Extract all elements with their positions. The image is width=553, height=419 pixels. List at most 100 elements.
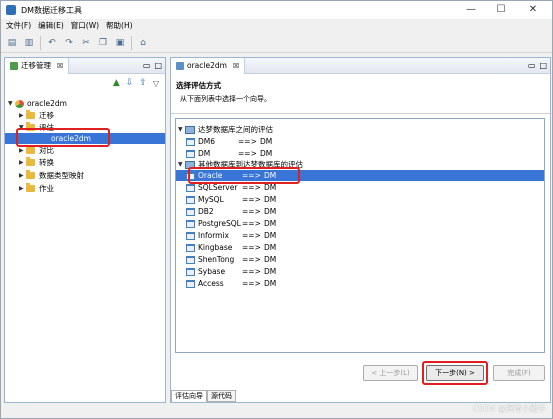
copy-icon[interactable]: ❐	[97, 37, 109, 49]
list-item[interactable]: Sybase ==> DM	[186, 266, 276, 277]
tree-label: 迁移	[39, 111, 54, 120]
list-item[interactable]: PostgreSQL ==> DM	[186, 218, 276, 229]
close-button[interactable]: ✕	[520, 1, 546, 19]
list-item[interactable]: DM ==> DM	[186, 148, 272, 159]
editor-bottom-tabs: 评估向导 源代码	[171, 390, 236, 402]
item-target: DM	[264, 195, 277, 204]
new-project-icon[interactable]: ▲	[113, 78, 120, 88]
tree-node-job[interactable]: ▶ 作业	[19, 183, 54, 194]
item-target: DM	[264, 183, 277, 192]
item-arrow: ==>	[242, 183, 261, 192]
group-label: 达梦数据库之间的评估	[198, 125, 273, 134]
item-source: MySQL	[198, 195, 224, 204]
export-icon[interactable]: ⇧	[139, 78, 147, 88]
collapse-icon[interactable]: ▼	[178, 126, 185, 133]
maximize-view-icon[interactable]: □	[154, 61, 162, 70]
undo-icon[interactable]: ↶	[46, 37, 58, 49]
item-source: SQLServer	[198, 183, 238, 192]
tab-close-icon[interactable]: ☒	[57, 62, 63, 70]
wizard-header: 选择评估方式 从下面列表中选择一个向导。	[171, 74, 550, 114]
back-button[interactable]: < 上一步(L)	[363, 365, 418, 381]
tree-label: 作业	[39, 184, 54, 193]
view-menu-icon[interactable]: ▽	[153, 79, 159, 88]
tab-oracle2dm[interactable]: oracle2dm ☒	[171, 57, 246, 74]
item-target: DM	[264, 267, 277, 276]
collapse-icon[interactable]: ▼	[8, 100, 15, 107]
tab-close-icon[interactable]: ☒	[233, 62, 239, 70]
wizard-item-icon	[186, 279, 195, 288]
list-item[interactable]: ShenTong ==> DM	[186, 254, 276, 265]
wizard-description: 从下面列表中选择一个向导。	[180, 95, 271, 103]
wizard-item-icon	[186, 137, 195, 146]
tree-label: 数据类型映射	[39, 171, 84, 180]
highlight-box	[422, 361, 488, 385]
expand-icon[interactable]: ▶	[19, 147, 26, 154]
item-target: DM	[260, 137, 273, 146]
tree-node-root[interactable]: ▼ oracle2dm	[8, 98, 67, 109]
item-source: Kingbase	[198, 243, 233, 252]
tree-node-migrate[interactable]: ▶ 迁移	[19, 110, 54, 121]
save-all-icon[interactable]: ▥	[23, 37, 35, 49]
item-arrow: ==>	[238, 137, 257, 146]
list-item[interactable]: DB2 ==> DM	[186, 206, 276, 217]
tree-node-convert[interactable]: ▶ 转换	[19, 157, 54, 168]
wizard-title: 选择评估方式	[176, 81, 221, 90]
folder-icon	[26, 183, 35, 192]
list-item[interactable]: MySQL ==> DM	[186, 194, 276, 205]
right-panel-header: oracle2dm ☒ ▭ □	[171, 57, 550, 74]
status-bar	[1, 405, 552, 418]
redo-icon[interactable]: ↷	[63, 37, 75, 49]
cut-icon[interactable]: ✂	[80, 37, 92, 49]
list-item[interactable]: Kingbase ==> DM	[186, 242, 276, 253]
item-target: DM	[264, 255, 277, 264]
item-source: Sybase	[198, 267, 226, 276]
item-arrow: ==>	[242, 207, 261, 216]
wizard-item-icon	[186, 267, 195, 276]
import-icon[interactable]: ⇩	[126, 78, 134, 88]
migrate-icon	[10, 61, 18, 70]
expand-icon[interactable]: ▶	[19, 159, 26, 166]
toolbar-separator	[131, 35, 132, 50]
finish-button[interactable]: 完成(F)	[493, 365, 545, 381]
minimize-button[interactable]: —	[458, 1, 484, 19]
menu-window[interactable]: 窗口(W)	[71, 20, 99, 31]
list-item[interactable]: Access ==> DM	[186, 278, 276, 289]
menu-edit[interactable]: 编辑(E)	[38, 20, 64, 31]
expand-icon[interactable]: ▶	[19, 112, 26, 119]
expand-icon[interactable]: ▶	[19, 185, 26, 192]
item-target: DM	[264, 219, 277, 228]
left-panel-header: 迁移管理 ☒ ▭ □	[5, 57, 165, 74]
minimize-view-icon[interactable]: ▭	[143, 61, 151, 70]
group-icon	[185, 125, 195, 134]
save-icon[interactable]: ▤	[6, 37, 18, 49]
home-icon[interactable]: ⌂	[137, 37, 149, 49]
list-item[interactable]: Informix ==> DM	[186, 230, 276, 241]
menu-file[interactable]: 文件(F)	[6, 20, 31, 31]
tab-source-code[interactable]: 源代码	[207, 390, 236, 402]
toolbar: ▤ ▥ ↶ ↷ ✂ ❐ ▣ ⌂	[1, 33, 552, 53]
list-item[interactable]: DM6 ==> DM	[186, 136, 272, 147]
item-arrow: ==>	[242, 279, 261, 288]
maximize-button[interactable]: ☐	[488, 1, 514, 19]
maximize-view-icon[interactable]: □	[539, 61, 547, 70]
expand-icon[interactable]: ▶	[19, 172, 26, 179]
tree-node-type-mapping[interactable]: ▶ 数据类型映射	[19, 170, 84, 181]
tab-assessment-wizard[interactable]: 评估向导	[171, 390, 207, 402]
group-dm-to-dm[interactable]: ▼ 达梦数据库之间的评估	[178, 124, 273, 135]
menu-bar: 文件(F) 编辑(E) 窗口(W) 帮助(H)	[1, 19, 552, 32]
menu-help[interactable]: 帮助(H)	[106, 20, 133, 31]
paste-icon[interactable]: ▣	[114, 37, 126, 49]
project-icon	[15, 99, 24, 108]
folder-icon	[26, 157, 35, 166]
item-arrow: ==>	[238, 149, 257, 158]
wizard-item-icon	[186, 243, 195, 252]
item-source: DM6	[198, 137, 216, 146]
toolbar-separator	[40, 35, 41, 50]
collapse-icon[interactable]: ▼	[178, 161, 185, 168]
item-source: Access	[198, 279, 224, 288]
item-arrow: ==>	[242, 243, 261, 252]
minimize-view-icon[interactable]: ▭	[528, 61, 536, 70]
tab-migration-manager[interactable]: 迁移管理 ☒	[5, 57, 70, 74]
folder-icon	[26, 145, 35, 154]
tab-label: oracle2dm	[187, 61, 227, 70]
